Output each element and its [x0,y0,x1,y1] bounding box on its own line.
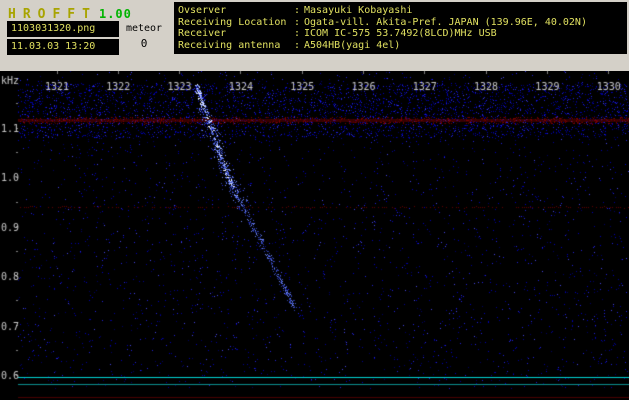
station-info-panel: Ovserver : Masayuki Kobayashi Receiving … [174,2,627,54]
info-row-observer: Ovserver : Masayuki Kobayashi [178,5,623,17]
info-value: Masayuki Kobayashi [304,5,413,16]
info-label: Receiving Location [178,16,287,28]
filename-display: 1103031320.png [7,21,119,37]
spectrogram-canvas [0,71,629,400]
info-label: Ovserver [178,5,227,16]
hrofft-window: { "header": { "app_name": "HROFFT", "app… [0,0,629,400]
info-colon: : [294,16,301,28]
meteor-counter: meteor 0 [122,23,166,50]
info-value: Ogata-vill. Akita-Pref. JAPAN (139.96E, … [304,16,587,28]
info-label: Receiver [178,28,227,39]
info-row-location: Receiving Location : Ogata-vill. Akita-P… [178,17,623,29]
meteor-counter-value: 0 [140,37,148,50]
info-value: A504HB(yagi 4el) [304,39,401,51]
app-name: HROFFT [8,7,97,22]
meteor-counter-label: meteor [125,23,163,34]
info-colon: : [294,28,301,39]
info-row-receiver: Receiver : ICOM IC-575 53.7492(8LCD)MHz … [178,28,623,40]
header: HROFFT 1.00 1103031320.png 11.03.03 13:20… [0,0,629,71]
info-colon: : [294,5,301,16]
info-value: ICOM IC-575 53.7492(8LCD)MHz USB [304,28,497,39]
info-label: Receiving antenna [178,39,281,51]
info-row-antenna: Receiving antenna : A504HB(yagi 4el) [178,40,623,52]
app-version: 1.00 [98,7,132,21]
timestamp-display: 11.03.03 13:20 [7,39,119,55]
app-title: HROFFT 1.00 [8,3,132,22]
info-colon: : [294,39,301,51]
